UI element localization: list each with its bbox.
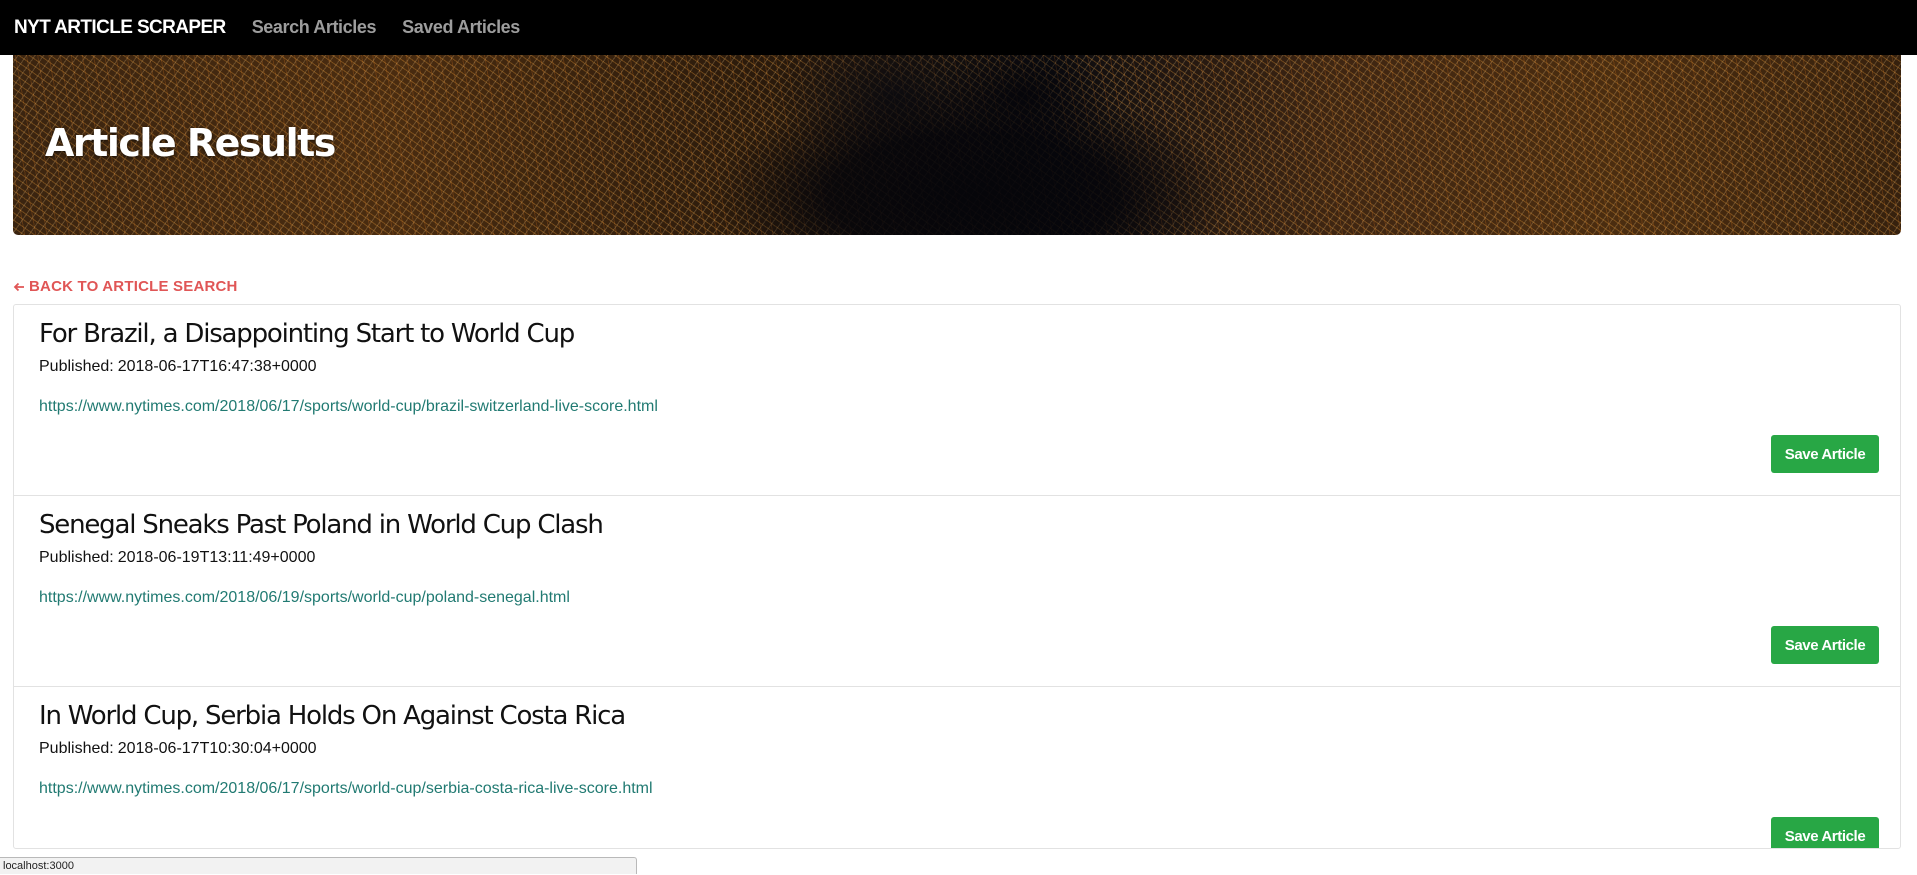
article-card: Senegal Sneaks Past Poland in World Cup … [14, 496, 1900, 687]
article-card: In World Cup, Serbia Holds On Against Co… [14, 687, 1900, 848]
article-published-date: Published: 2018-06-17T10:30:04+0000 [39, 740, 317, 758]
published-label: Published: [39, 358, 114, 375]
brand-link[interactable]: NYT ARTICLE SCRAPER [14, 17, 226, 39]
nav-link-saved-articles[interactable]: Saved Articles [402, 17, 520, 38]
article-title: In World Cup, Serbia Holds On Against Co… [39, 701, 626, 731]
article-title: For Brazil, a Disappointing Start to Wor… [39, 319, 575, 349]
save-article-button[interactable]: Save Article [1771, 626, 1879, 664]
back-to-search-link[interactable]: BACK TO ARTICLE SEARCH [13, 278, 238, 295]
article-url-link[interactable]: https://www.nytimes.com/2018/06/19/sport… [39, 589, 570, 607]
published-label: Published: [39, 549, 114, 566]
article-results-list: For Brazil, a Disappointing Start to Wor… [13, 304, 1901, 849]
top-navbar: NYT ARTICLE SCRAPER Search Articles Save… [0, 0, 1917, 55]
article-published-date: Published: 2018-06-17T16:47:38+0000 [39, 358, 317, 376]
article-title: Senegal Sneaks Past Poland in World Cup … [39, 510, 604, 540]
published-value: 2018-06-17T10:30:04+0000 [117, 740, 317, 757]
published-value: 2018-06-19T13:11:49+0000 [117, 549, 316, 566]
article-url-link[interactable]: https://www.nytimes.com/2018/06/17/sport… [39, 398, 658, 416]
save-article-button[interactable]: Save Article [1771, 817, 1879, 848]
back-link-label: BACK TO ARTICLE SEARCH [29, 278, 238, 295]
hero-banner: Article Results [13, 55, 1901, 235]
article-published-date: Published: 2018-06-19T13:11:49+0000 [39, 549, 315, 567]
article-card: For Brazil, a Disappointing Start to Wor… [14, 305, 1900, 496]
article-url-link[interactable]: https://www.nytimes.com/2018/06/17/sport… [39, 780, 653, 798]
arrow-left-icon [13, 282, 24, 291]
published-label: Published: [39, 740, 114, 757]
browser-status-bar: localhost:3000 [0, 857, 637, 874]
save-article-button[interactable]: Save Article [1771, 435, 1879, 473]
page-title: Article Results [45, 121, 336, 165]
nav-link-search-articles[interactable]: Search Articles [252, 17, 377, 38]
published-value: 2018-06-17T16:47:38+0000 [117, 358, 317, 375]
